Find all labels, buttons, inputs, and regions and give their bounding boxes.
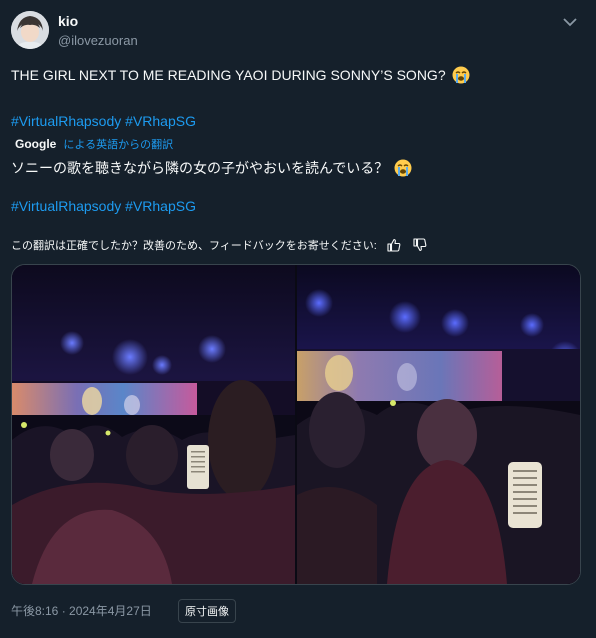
translated-text: ソニーの歌を聴きながら隣の女の子がやおいを読んでいる？ bbox=[11, 160, 389, 176]
hashtag-link[interactable]: #VRhapSG bbox=[125, 113, 196, 129]
chevron-down-icon[interactable] bbox=[558, 10, 582, 34]
translation-feedback: この翻訳は正確でしたか？改善のため、フィードバックをお寄せください: bbox=[11, 237, 429, 253]
hashtag-link[interactable]: #VirtualRhapsody bbox=[11, 198, 121, 214]
translated-text-line: ソニーの歌を聴きながら隣の女の子がやおいを読んでいる？ bbox=[11, 158, 412, 178]
author-display-name[interactable]: kio bbox=[58, 13, 78, 29]
hashtag-link[interactable]: #VirtualRhapsody bbox=[11, 113, 121, 129]
author-handle[interactable]: @ilovezuoran bbox=[58, 33, 138, 48]
loudly-crying-face-icon bbox=[452, 66, 469, 84]
concert-photo-left[interactable] bbox=[12, 265, 295, 584]
hashtag-link[interactable]: #VRhapSG bbox=[125, 198, 196, 214]
thumbs-down-icon[interactable] bbox=[411, 237, 429, 253]
translated-hashtags: #VirtualRhapsody #VRhapSG bbox=[11, 198, 196, 214]
tweet-timestamp[interactable]: 午後8:16 · 2024年4月27日 bbox=[11, 602, 152, 619]
translation-attribution: Google による英語からの翻訳 bbox=[15, 136, 173, 152]
feedback-prompt: この翻訳は正確でしたか？改善のため、フィードバックをお寄せください: bbox=[11, 240, 377, 252]
google-label: Google bbox=[15, 137, 57, 151]
loudly-crying-face-icon bbox=[394, 159, 412, 177]
tweet-text-line: THE GIRL NEXT TO ME READING YAOI DURING … bbox=[11, 66, 470, 84]
tweet-media bbox=[11, 264, 581, 585]
translation-source-link[interactable]: による英語からの翻訳 bbox=[63, 139, 173, 151]
concert-photo-right[interactable] bbox=[297, 265, 580, 584]
avatar[interactable] bbox=[11, 11, 49, 49]
tweet-text: THE GIRL NEXT TO ME READING YAOI DURING … bbox=[11, 67, 446, 83]
thumbs-up-icon[interactable] bbox=[385, 237, 403, 253]
original-image-button[interactable]: 原寸画像 bbox=[178, 599, 236, 623]
tweet-hashtags: #VirtualRhapsody #VRhapSG bbox=[11, 113, 196, 129]
